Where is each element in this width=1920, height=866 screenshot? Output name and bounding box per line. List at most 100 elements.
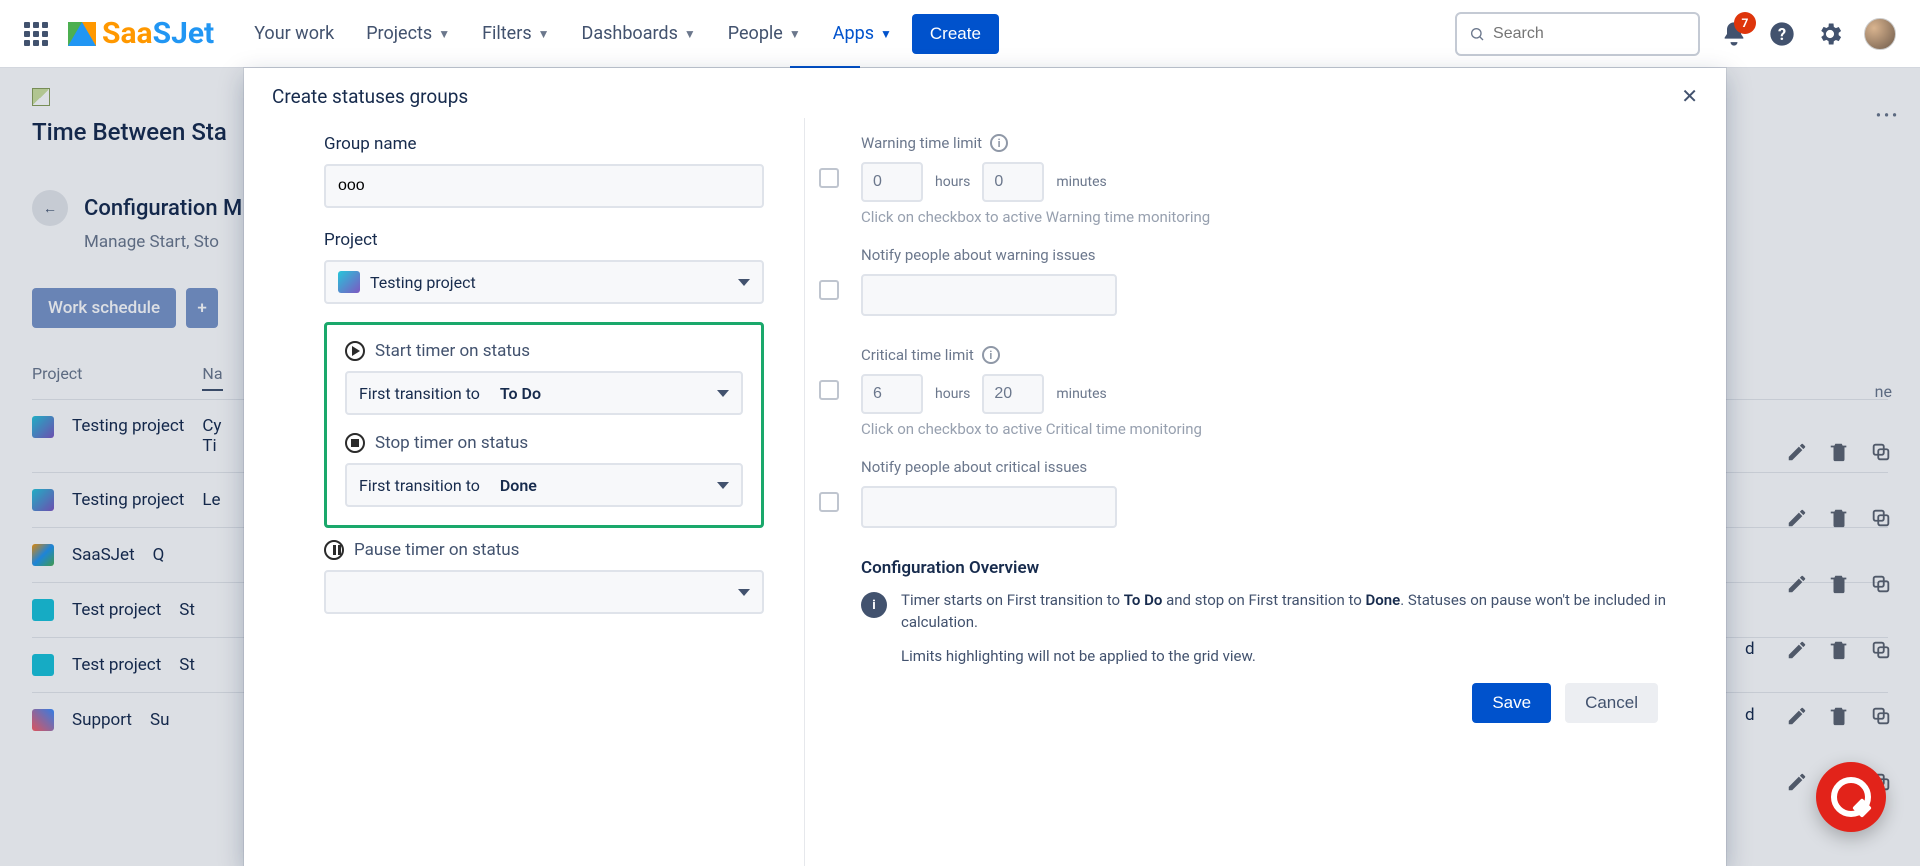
critical-checkbox[interactable] bbox=[819, 380, 839, 400]
stop-timer-select[interactable]: First transition to Done bbox=[345, 463, 743, 507]
pause-icon bbox=[324, 540, 344, 560]
start-value: To Do bbox=[500, 384, 541, 403]
settings-icon[interactable] bbox=[1816, 20, 1844, 48]
pause-timer-label: Pause timer on status bbox=[324, 540, 764, 560]
project-select[interactable]: Testing project bbox=[324, 260, 764, 304]
nav-your-work[interactable]: Your work bbox=[254, 23, 334, 44]
search-box[interactable] bbox=[1455, 12, 1700, 56]
group-name-input[interactable] bbox=[324, 164, 764, 208]
chat-icon bbox=[1831, 777, 1871, 817]
info-icon: i bbox=[861, 592, 887, 618]
notification-badge: 7 bbox=[1734, 12, 1756, 34]
start-timer-label: Start timer on status bbox=[345, 341, 743, 361]
timer-highlight-box: Start timer on status First transition t… bbox=[324, 322, 764, 528]
play-icon bbox=[345, 341, 365, 361]
warning-hours-input[interactable] bbox=[861, 162, 923, 202]
nav-label: Projects bbox=[366, 23, 432, 44]
warning-limit-label: Warning time limit i bbox=[861, 134, 1686, 152]
minutes-label: minutes bbox=[1056, 386, 1106, 402]
logo-icon bbox=[68, 22, 96, 46]
nav-label: Filters bbox=[482, 23, 532, 44]
warning-notify-label: Notify people about warning issues bbox=[861, 246, 1686, 264]
project-label: Project bbox=[324, 230, 764, 250]
ov-bold: To Do bbox=[1124, 591, 1163, 609]
overview-title: Configuration Overview bbox=[861, 558, 1686, 578]
ov-part: and stop on First transition to bbox=[1162, 591, 1365, 609]
nav-projects[interactable]: Projects ▼ bbox=[366, 23, 450, 44]
top-nav: SaaSJet Your work Projects ▼ Filters ▼ Das… bbox=[0, 0, 1920, 68]
nav-filters[interactable]: Filters ▼ bbox=[482, 23, 549, 44]
ov-part: Timer starts on First transition to bbox=[901, 591, 1124, 609]
stop-prefix: First transition to bbox=[359, 476, 480, 495]
overview-text: Timer starts on First transition to To D… bbox=[901, 590, 1686, 667]
critical-minutes-input[interactable] bbox=[982, 374, 1044, 414]
app-launcher-icon[interactable] bbox=[24, 22, 48, 46]
hours-label: hours bbox=[935, 386, 970, 402]
nav-label: Apps bbox=[833, 23, 874, 44]
hours-label: hours bbox=[935, 174, 970, 190]
start-prefix: First transition to bbox=[359, 384, 480, 403]
chevron-down-icon: ▼ bbox=[880, 27, 892, 41]
ov-part: Limits highlighting will not be applied … bbox=[901, 647, 1256, 665]
chevron-down-icon bbox=[738, 589, 750, 596]
start-timer-text: Start timer on status bbox=[375, 341, 530, 361]
critical-notify-input[interactable] bbox=[861, 486, 1117, 528]
group-name-label: Group name bbox=[324, 134, 764, 154]
critical-notify-checkbox[interactable] bbox=[819, 492, 839, 512]
project-value: Testing project bbox=[370, 273, 476, 292]
notifications-icon[interactable]: 7 bbox=[1720, 20, 1748, 48]
logo[interactable]: SaaSJet bbox=[68, 16, 214, 51]
chevron-down-icon: ▼ bbox=[789, 27, 801, 41]
warning-minutes-input[interactable] bbox=[982, 162, 1044, 202]
minutes-label: minutes bbox=[1056, 174, 1106, 190]
critical-hours-input[interactable] bbox=[861, 374, 923, 414]
chevron-down-icon bbox=[717, 482, 729, 489]
pause-timer-select[interactable] bbox=[324, 570, 764, 614]
modal-left-column: Group name Project Testing project Start… bbox=[244, 118, 804, 866]
chevron-down-icon: ▼ bbox=[438, 27, 450, 41]
search-icon bbox=[1469, 25, 1485, 43]
logo-text: SaaSJet bbox=[102, 16, 214, 51]
nav-dashboards[interactable]: Dashboards ▼ bbox=[582, 23, 696, 44]
create-status-groups-modal: Create statuses groups ✕ Group name Proj… bbox=[244, 68, 1726, 866]
svg-text:?: ? bbox=[1778, 24, 1786, 43]
critical-label-text: Critical time limit bbox=[861, 346, 974, 364]
chevron-down-icon bbox=[717, 390, 729, 397]
critical-notify-label: Notify people about critical issues bbox=[861, 458, 1686, 476]
nav-items: Your work Projects ▼ Filters ▼ Dashboards ▼… bbox=[254, 23, 892, 44]
close-icon[interactable]: ✕ bbox=[1681, 84, 1698, 108]
stop-timer-label: Stop timer on status bbox=[345, 433, 743, 453]
info-icon[interactable]: i bbox=[982, 346, 1000, 364]
chevron-down-icon bbox=[738, 279, 750, 286]
group-name-field[interactable] bbox=[338, 177, 750, 195]
warning-notify-input[interactable] bbox=[861, 274, 1117, 316]
save-button[interactable]: Save bbox=[1472, 683, 1551, 723]
user-avatar[interactable] bbox=[1864, 18, 1896, 50]
cancel-button[interactable]: Cancel bbox=[1565, 683, 1658, 723]
stop-value: Done bbox=[500, 476, 537, 495]
project-icon bbox=[338, 271, 360, 293]
info-icon[interactable]: i bbox=[990, 134, 1008, 152]
critical-section: Critical time limiti hours minutes Click… bbox=[861, 346, 1686, 528]
warning-label-text: Warning time limit bbox=[861, 134, 982, 152]
warning-checkbox[interactable] bbox=[819, 168, 839, 188]
start-timer-select[interactable]: First transition to To Do bbox=[345, 371, 743, 415]
critical-limit-label: Critical time limit i bbox=[861, 346, 1686, 364]
warning-section: Warning time limiti hours minutes Click … bbox=[861, 134, 1686, 316]
stop-icon bbox=[345, 433, 365, 453]
create-button[interactable]: Create bbox=[912, 14, 999, 54]
ov-bold: Done bbox=[1366, 591, 1401, 609]
modal-footer: Save Cancel bbox=[861, 667, 1686, 723]
nav-people[interactable]: People ▼ bbox=[728, 23, 801, 44]
search-input[interactable] bbox=[1493, 25, 1686, 43]
nav-label: People bbox=[728, 23, 783, 44]
nav-apps[interactable]: Apps ▼ bbox=[833, 23, 892, 44]
help-fab[interactable] bbox=[1816, 762, 1886, 832]
chevron-down-icon: ▼ bbox=[684, 27, 696, 41]
modal-title: Create statuses groups bbox=[272, 85, 468, 108]
warning-notify-checkbox[interactable] bbox=[819, 280, 839, 300]
chevron-down-icon: ▼ bbox=[538, 27, 550, 41]
nav-label: Dashboards bbox=[582, 23, 678, 44]
help-icon[interactable]: ? bbox=[1768, 20, 1796, 48]
pause-timer-text: Pause timer on status bbox=[354, 540, 519, 560]
